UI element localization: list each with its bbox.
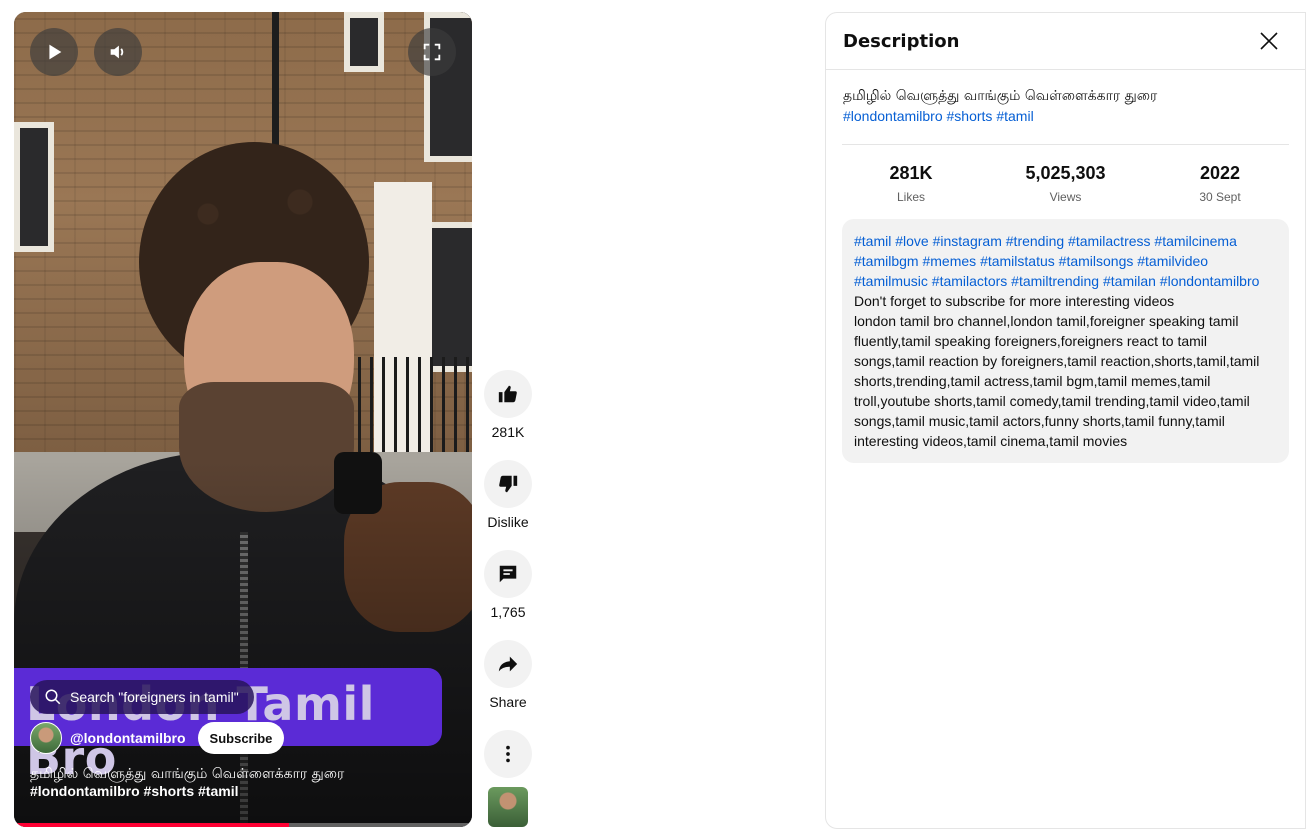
hashtag-link[interactable]: #tamilmusic: [854, 273, 928, 289]
likes-stat: 281K Likes: [866, 163, 956, 204]
shorts-page: London Tamil Bro Search "foreigners in t…: [0, 0, 1306, 835]
close-button[interactable]: [1249, 21, 1289, 61]
views-value: 5,025,303: [1025, 163, 1106, 183]
action-bar: 281K Dislike 1,765 Share: [484, 370, 532, 798]
hashtag-link[interactable]: #tamilbgm: [854, 253, 919, 269]
more-vertical-icon: [506, 745, 510, 763]
share-label: Share: [489, 694, 527, 710]
likes-label: Likes: [896, 190, 925, 204]
play-button[interactable]: [30, 28, 78, 76]
close-icon: [1260, 32, 1278, 50]
hashtag-link[interactable]: #tamil: [854, 233, 891, 249]
dislike-label: Dislike: [487, 514, 529, 530]
description-video-title: தமிழில் வெளுத்து வாங்கும் வெள்ளைக்கார து…: [843, 88, 1158, 104]
progress-bar-fill: [14, 823, 289, 827]
search-chip-label: Search "foreigners in tamil": [70, 689, 239, 705]
description-title-tags: #londontamilbro #shorts #tamil: [826, 106, 1305, 126]
fullscreen-icon: [423, 43, 441, 61]
hashtag-link[interactable]: #londontamilbro: [1160, 273, 1260, 289]
hashtag-link[interactable]: #instagram: [933, 233, 1002, 249]
thumbs-down-icon: [499, 475, 518, 493]
hashtag-link[interactable]: #tamiltrending: [1011, 273, 1099, 289]
description-body: #tamil #love #instagram #trending #tamil…: [842, 219, 1289, 463]
more-options-button[interactable]: [484, 730, 532, 778]
hashtag-link[interactable]: #londontamilbro: [843, 108, 943, 124]
search-suggestion-chip[interactable]: Search "foreigners in tamil": [30, 680, 254, 714]
play-icon: [49, 44, 62, 60]
hashtag-link[interactable]: #tamilcinema: [1154, 233, 1236, 249]
hashtag-link[interactable]: #tamilvideo: [1137, 253, 1208, 269]
subscribe-reminder: Don't forget to subscribe for more inter…: [854, 293, 1175, 309]
stats-row: 281K Likes 5,025,303 Views 2022 30 Sept: [826, 145, 1305, 204]
volume-icon: [110, 45, 124, 59]
volume-button[interactable]: [94, 28, 142, 76]
description-panel: Description தமிழில் வெளுத்து வாங்கும் வெ…: [825, 12, 1306, 829]
subscribe-button[interactable]: Subscribe: [197, 722, 285, 754]
views-stat: 5,025,303 Views: [1021, 163, 1111, 204]
date-year: 2022: [1199, 163, 1241, 183]
channel-handle[interactable]: @londontamilbro: [70, 730, 186, 746]
video-title[interactable]: தமிழில் வெளுத்து வாங்கும் வெள்ளைக்கார து…: [30, 764, 450, 784]
sound-remix-thumbnail[interactable]: [488, 787, 528, 827]
dislike-button[interactable]: Dislike: [484, 460, 532, 530]
share-icon: [498, 656, 518, 672]
hashtag-link[interactable]: #shorts: [947, 108, 993, 124]
like-count: 281K: [491, 424, 525, 440]
hashtag-link[interactable]: #tamilactors: [932, 273, 1007, 289]
channel-avatar[interactable]: [30, 722, 62, 754]
fullscreen-button[interactable]: [408, 28, 456, 76]
comments-button[interactable]: 1,765: [484, 550, 532, 620]
channel-row: @londontamilbro Subscribe: [30, 722, 285, 754]
hashtag-link[interactable]: #tamilstatus: [980, 253, 1055, 269]
comment-count: 1,765: [490, 604, 526, 620]
hashtag-link[interactable]: #trending: [1006, 233, 1064, 249]
video-hashtags[interactable]: #londontamilbro #shorts #tamil: [30, 783, 238, 799]
hashtag-link[interactable]: #love: [895, 233, 928, 249]
progress-bar[interactable]: [14, 823, 472, 827]
hashtag-link[interactable]: #tamilan: [1103, 273, 1156, 289]
description-heading: Description: [843, 30, 960, 52]
description-keywords: london tamil bro channel,london tamil,fo…: [854, 313, 1260, 449]
hashtag-link[interactable]: #memes: [922, 253, 976, 269]
like-button[interactable]: 281K: [484, 370, 532, 440]
comment-icon: [499, 565, 517, 583]
description-header: Description: [826, 13, 1305, 70]
video-player[interactable]: London Tamil Bro Search "foreigners in t…: [14, 12, 472, 827]
share-button[interactable]: Share: [484, 640, 532, 710]
thumbs-up-icon: [498, 385, 517, 403]
hashtag-link[interactable]: #tamil: [996, 108, 1033, 124]
views-label: Views: [1049, 190, 1082, 204]
search-icon: [45, 689, 61, 705]
likes-value: 281K: [889, 163, 933, 183]
hashtag-list: #tamil #love #instagram #trending #tamil…: [854, 231, 1277, 291]
hashtag-link[interactable]: #tamilactress: [1068, 233, 1150, 249]
date-stat: 2022 30 Sept: [1175, 163, 1265, 204]
hashtag-link[interactable]: #tamilsongs: [1059, 253, 1134, 269]
date-day: 30 Sept: [1199, 190, 1241, 204]
